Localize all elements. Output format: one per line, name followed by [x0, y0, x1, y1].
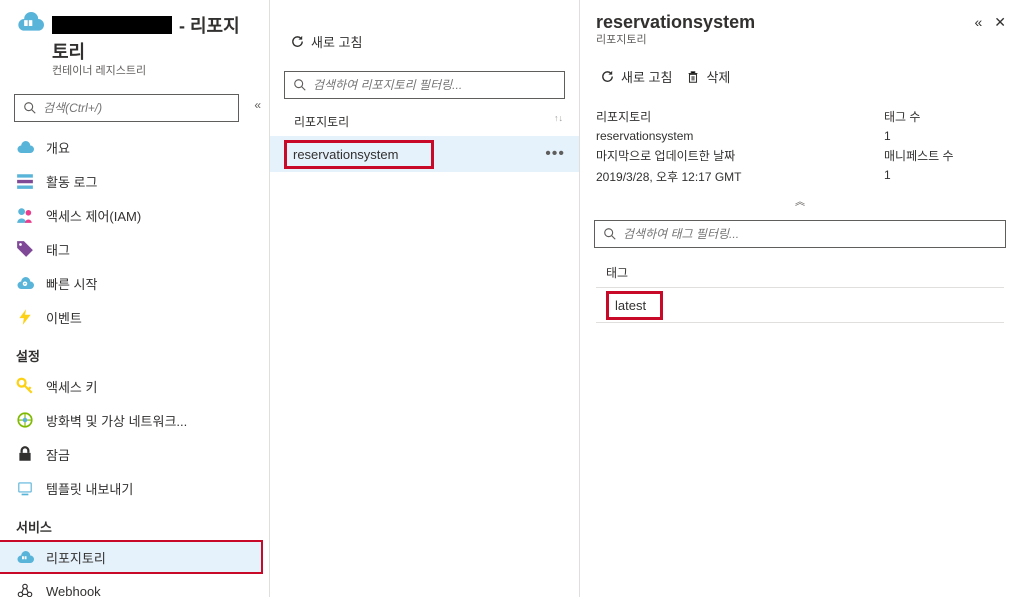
nav-repositories[interactable]: 리포지토리	[0, 540, 263, 574]
repo-name: reservationsystem	[284, 140, 434, 169]
nav-label: 태그	[46, 240, 70, 259]
nav-access-keys[interactable]: 액세스 키	[0, 369, 263, 403]
repo-col-header[interactable]: 리포지토리	[286, 113, 349, 130]
label-repo: 리포지토리	[596, 108, 884, 125]
detail-subtitle: 리포지토리	[596, 31, 1004, 47]
left-header: - 리포지토리 컨테이너 레지스트리	[0, 0, 269, 86]
mid-panel: « ✕ 새로 고침 리포지토리 ↑↓ reservationsystem •••	[270, 0, 580, 597]
val-repo: reservationsystem	[596, 129, 884, 143]
menu-search[interactable]	[14, 94, 239, 122]
nav-label: 빠른 시작	[46, 274, 97, 293]
right-header: reservationsystem 리포지토리	[580, 0, 1020, 55]
nav-events[interactable]: 이벤트	[0, 300, 263, 334]
nav-menu: 개요 활동 로그 액세스 제어(IAM) 태그 빠른 시작 이벤트 설정 액세스…	[0, 130, 269, 597]
refresh-label: 새로 고침	[311, 32, 362, 51]
tag-name: latest	[606, 291, 663, 320]
repo-search[interactable]	[284, 71, 565, 99]
nav-label: 방화벽 및 가상 네트워크...	[46, 411, 187, 430]
search-icon	[603, 227, 617, 241]
key-icon	[16, 377, 34, 395]
search-icon	[23, 101, 37, 115]
refresh-button[interactable]: 새로 고침	[286, 30, 366, 53]
label-tagcount: 태그 수	[884, 108, 1004, 125]
nav-locks[interactable]: 잠금	[0, 437, 263, 471]
repo-list-header: 리포지토리 ↑↓	[270, 107, 579, 136]
nav-label: 액세스 키	[46, 377, 97, 396]
nav-export-template[interactable]: 템플릿 내보내기	[0, 471, 263, 505]
section-settings: 설정	[0, 334, 263, 369]
section-services: 서비스	[0, 505, 263, 540]
nav-activity-log[interactable]: 활동 로그	[0, 164, 263, 198]
label-updated: 마지막으로 업데이트한 날짜	[596, 147, 884, 164]
resource-title: - 리포지토리	[16, 12, 253, 64]
label-manifest: 매니페스트 수	[884, 147, 1004, 164]
nav-tags[interactable]: 태그	[0, 232, 263, 266]
nav-label: Webhook	[46, 584, 101, 597]
val-updated: 2019/3/28, 오후 12:17 GMT	[596, 168, 884, 185]
redacted-name	[52, 16, 172, 34]
nav-iam[interactable]: 액세스 제어(IAM)	[0, 198, 263, 232]
left-panel: - 리포지토리 컨테이너 레지스트리 « 개요 활동 로그 액세스 제어(IAM…	[0, 0, 270, 597]
tag-list: 태그 latest	[580, 256, 1020, 323]
nav-label: 템플릿 내보내기	[46, 479, 133, 498]
details-grid: 리포지토리 태그 수 reservationsystem 1 마지막으로 업데이…	[580, 98, 1020, 189]
tag-icon	[16, 240, 34, 258]
nav-label: 개요	[46, 138, 70, 157]
events-icon	[16, 308, 34, 326]
tag-row[interactable]: latest	[596, 287, 1004, 323]
detail-title: reservationsystem	[596, 12, 1004, 33]
right-toolbar: 새로 고침 삭제	[580, 55, 1020, 98]
collapse-up-icon[interactable]: ︽	[580, 189, 1020, 212]
sort-icon[interactable]: ↑↓	[554, 113, 563, 130]
overview-icon	[16, 138, 34, 156]
tag-search[interactable]	[594, 220, 1006, 248]
nav-label: 액세스 제어(IAM)	[46, 206, 141, 225]
nav-webhook[interactable]: Webhook	[0, 574, 263, 597]
right-panel: reservationsystem 리포지토리 새로 고침 삭제 리포지토리 태…	[580, 0, 1020, 597]
trash-icon	[686, 70, 700, 84]
refresh-label: 새로 고침	[621, 67, 672, 86]
row-menu-icon[interactable]: •••	[545, 145, 565, 163]
resource-subtitle: 컨테이너 레지스트리	[52, 62, 253, 78]
menu-search-input[interactable]	[43, 101, 230, 115]
firewall-icon	[16, 411, 34, 429]
repo-row[interactable]: reservationsystem •••	[270, 136, 579, 172]
refresh-button[interactable]: 새로 고침	[596, 65, 676, 88]
tag-col-header[interactable]: 태그	[596, 256, 1004, 287]
log-icon	[16, 172, 34, 190]
refresh-icon	[290, 34, 305, 49]
nav-label: 이벤트	[46, 308, 82, 327]
mid-toolbar: 새로 고침	[270, 20, 579, 63]
webhook-icon	[16, 582, 34, 597]
lock-icon	[16, 445, 34, 463]
delete-label: 삭제	[706, 67, 730, 86]
nav-label: 리포지토리	[46, 548, 106, 567]
export-icon	[16, 479, 34, 497]
delete-button[interactable]: 삭제	[682, 65, 734, 88]
iam-icon	[16, 206, 34, 224]
val-tagcount: 1	[884, 129, 1004, 143]
tag-search-input[interactable]	[623, 227, 997, 241]
quickstart-icon	[16, 274, 34, 292]
repo-search-input[interactable]	[313, 78, 556, 92]
nav-label: 활동 로그	[46, 172, 97, 191]
registry-icon	[16, 12, 44, 32]
mid-header: « ✕	[270, 0, 579, 20]
refresh-icon	[600, 69, 615, 84]
val-manifest: 1	[884, 168, 1004, 185]
nav-quickstart[interactable]: 빠른 시작	[0, 266, 263, 300]
search-icon	[293, 78, 307, 92]
nav-overview[interactable]: 개요	[0, 130, 263, 164]
repo-icon	[16, 548, 34, 566]
nav-label: 잠금	[46, 445, 70, 464]
collapse-icon[interactable]: «	[254, 98, 261, 112]
nav-firewall[interactable]: 방화벽 및 가상 네트워크...	[0, 403, 263, 437]
